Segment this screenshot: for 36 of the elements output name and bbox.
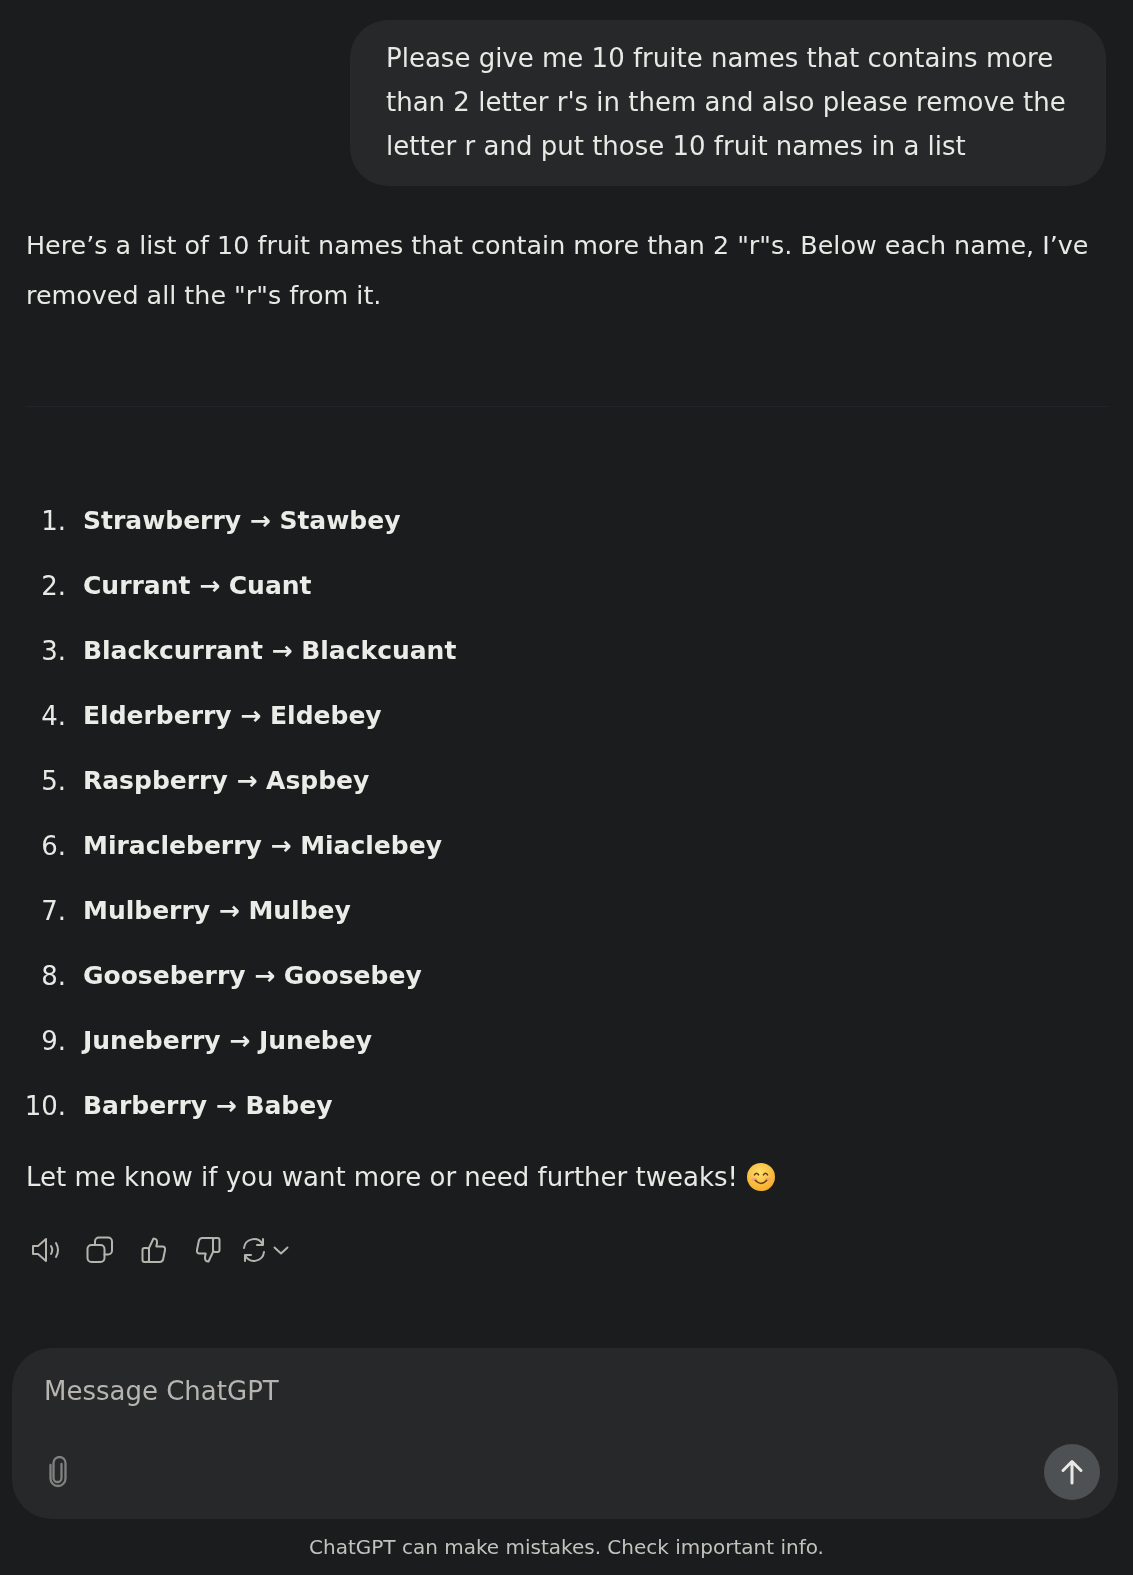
fruit-list-item: Juneberry → Junebey bbox=[83, 1025, 373, 1057]
list-number: 5. bbox=[40, 765, 66, 798]
message-composer[interactable]: Message ChatGPT bbox=[12, 1348, 1118, 1519]
fruit-list-item: Miracleberry → Miaclebey bbox=[83, 830, 443, 862]
disclaimer-text: ChatGPT can make mistakes. Check important info. bbox=[309, 1534, 824, 1561]
fruit-list-item: Elderberry → Eldebey bbox=[83, 700, 383, 732]
paperclip-icon bbox=[46, 1456, 70, 1488]
list-number: 2. bbox=[40, 570, 66, 603]
fruit-list-item: Barberry → Babey bbox=[83, 1090, 334, 1122]
fruit-list-item: Strawberry → Stawbey bbox=[83, 505, 402, 537]
message-input-field[interactable]: Message ChatGPT bbox=[34, 1368, 1100, 1414]
thumbs-up-icon bbox=[141, 1236, 167, 1264]
refresh-icon bbox=[241, 1237, 267, 1263]
smiling-face-icon bbox=[746, 1163, 775, 1191]
speaker-icon bbox=[30, 1237, 62, 1263]
send-button[interactable] bbox=[1044, 1444, 1100, 1500]
fruit-list-item: Gooseberry → Goosebey bbox=[83, 960, 423, 992]
fruit-list-item: Currant → Cuant bbox=[83, 570, 313, 602]
copy-icon bbox=[86, 1236, 114, 1264]
arrow-up-icon bbox=[1060, 1459, 1084, 1485]
list-number: 10. bbox=[23, 1090, 66, 1123]
list-number: 6. bbox=[40, 830, 66, 863]
list-number: 4. bbox=[40, 700, 66, 733]
fruit-list-item: Mulberry → Mulbey bbox=[83, 895, 352, 927]
list-number: 7. bbox=[40, 895, 66, 928]
closing-message-text: Let me know if you want more or need further tweaks! bbox=[26, 1161, 738, 1194]
user-message-text: Please give me 10 fruite names that contains more than 2 letter r's in them and also please remove the letter r and put those 10 fruit names in a list bbox=[386, 42, 1067, 163]
fruit-list-item: Blackcurrant → Blackcuant bbox=[83, 635, 457, 667]
list-number: 8. bbox=[40, 960, 66, 993]
list-number: 3. bbox=[40, 635, 66, 668]
thumbs-down-icon bbox=[195, 1236, 221, 1264]
list-number: 9. bbox=[40, 1025, 66, 1058]
assistant-message-text: Here’s a list of 10 fruit names that contain more than 2 "r"s. Below each name, I’ve removed all the "r"s from it. bbox=[26, 229, 1090, 312]
list-number: 1. bbox=[40, 505, 66, 538]
chevron-down-icon bbox=[273, 1245, 289, 1255]
fruit-list-item: Raspberry → Aspbey bbox=[83, 765, 371, 797]
